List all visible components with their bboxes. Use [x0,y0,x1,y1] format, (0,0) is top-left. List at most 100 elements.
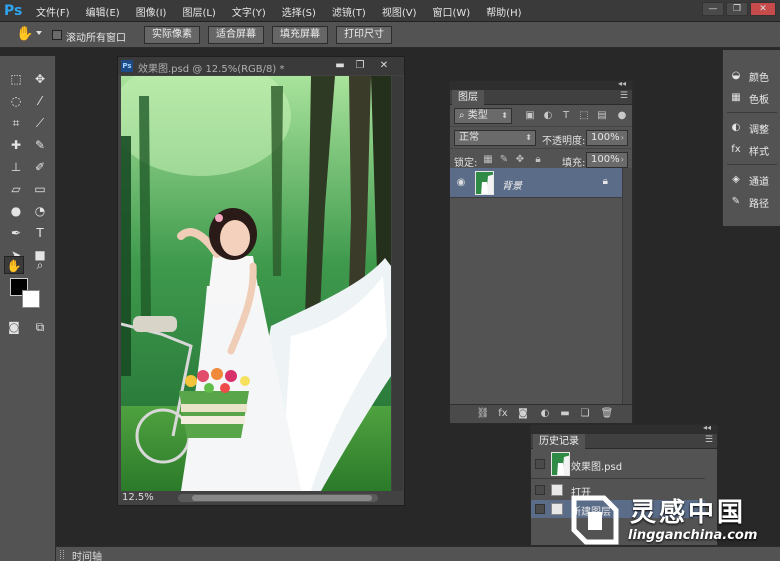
clone-stamp-tool-icon[interactable]: ⊥ [6,158,26,176]
fx-icon[interactable]: fx [496,407,510,421]
marquee-tool-icon[interactable]: ⬚ [6,70,26,88]
new-layer-icon[interactable]: ❏ [578,407,592,421]
actual-pixels-button[interactable]: 实际像素 [144,26,200,44]
fit-screen-button[interactable]: 适合屏幕 [208,26,264,44]
layers-scrollbar[interactable] [622,168,632,405]
hand-icon[interactable]: ✋ [16,26,33,42]
layer-row-background[interactable]: ◉ 背景 🔒︎ [450,168,622,198]
close-button[interactable]: ✕ [750,2,776,16]
print-size-button[interactable]: 打印尺寸 [336,26,392,44]
layer-name[interactable]: 背景 [502,177,522,192]
menu-file[interactable]: 文件(F) [36,4,70,19]
lock-all-icon[interactable]: 🔒︎ [532,154,544,166]
brush-tool-icon[interactable]: ✎ [30,136,50,154]
collapse-arrows-icon[interactable]: ◂◂ [703,423,711,432]
shape-filter-icon[interactable]: ⬚ [578,110,590,122]
eraser-tool-icon[interactable]: ▱ [6,180,26,198]
menu-layer[interactable]: 图层(L) [182,4,215,19]
zoom-tool-icon[interactable]: ⌕ [30,256,50,274]
vertical-scrollbar[interactable] [392,76,403,491]
pen-tool-icon[interactable]: ✒ [6,224,26,242]
layers-dock-strip[interactable]: ◂◂ [450,79,632,90]
dock-label-styles: 样式 [749,146,769,158]
move-tool-icon[interactable]: ✥ [30,70,50,88]
scroll-all-windows-checkbox[interactable] [52,30,62,40]
doc-restore-button[interactable]: ❐ [352,59,368,72]
doc-close-button[interactable]: ✕ [376,59,392,72]
history-source-checkbox[interactable] [535,504,545,514]
lock-pixels-icon[interactable]: ✎ [498,154,510,166]
history-brush-tool-icon[interactable]: ✐ [30,158,50,176]
fill-input[interactable]: 100% › [586,152,628,168]
quick-mask-icon[interactable]: ◙ [4,318,24,336]
restore-button[interactable]: ❐ [726,2,748,16]
smart-object-filter-icon[interactable]: ▤ [596,110,608,122]
pixel-filter-icon[interactable]: ▣ [524,110,536,122]
horizontal-scrollbar[interactable] [178,494,378,502]
dock-item-paths[interactable]: ✎ 路径 [729,194,769,210]
document-title-bar[interactable]: Ps 效果图.psd @ 12.5%(RGB/8) * ▬ ❐ ✕ [118,57,404,75]
fill-screen-button[interactable]: 填充屏幕 [272,26,328,44]
layers-panel: ◂◂ 图层 ☰ ⌕ 类型 ⬍ ▣ ◐ T ⬚ ▤ ● 正常 ⬍ 不透明度: 100%… [449,79,633,424]
dock-item-styles[interactable]: fx 样式 [729,142,769,158]
adjustment-filter-icon[interactable]: ◐ [542,110,554,122]
zoom-level[interactable]: 12.5% [122,492,154,503]
menu-edit[interactable]: 编辑(E) [86,4,120,19]
crop-tool-icon[interactable]: ⌗ [6,114,26,132]
screen-mode-icon[interactable]: ⧉ [30,318,50,336]
menu-image[interactable]: 图像(I) [136,4,167,19]
layer-filter-select[interactable]: ⌕ 类型 ⬍ [454,108,512,124]
lock-position-icon[interactable]: ✥ [514,154,526,166]
tab-history[interactable]: 历史记录 [533,434,585,449]
add-mask-icon[interactable]: ◙ [516,407,530,421]
menu-filter[interactable]: 滤镜(T) [332,4,366,19]
dock-item-color[interactable]: ◒ 颜色 [729,68,769,84]
menu-type[interactable]: 文字(Y) [232,4,266,19]
snapshot-brush-source-icon[interactable] [535,459,545,469]
type-tool-icon[interactable]: T [30,224,50,242]
watermark-title: 灵感中国 [630,498,747,528]
type-filter-icon[interactable]: T [560,110,572,122]
gradient-tool-icon[interactable]: ▭ [30,180,50,198]
snapshot-thumbnail-image [552,453,569,475]
menu-window[interactable]: 窗口(W) [432,4,470,19]
dock-item-swatches[interactable]: ▦ 色板 [729,90,769,106]
background-color-swatch[interactable] [22,290,40,308]
new-adjustment-layer-icon[interactable]: ◐ [538,407,552,421]
visibility-eye-icon[interactable]: ◉ [455,177,467,189]
dock-item-channels[interactable]: ◈ 通道 [729,172,769,188]
tab-layers[interactable]: 图层 [452,90,484,105]
dock-item-adjustments[interactable]: ◐ 调整 [729,120,769,136]
blend-mode-select[interactable]: 正常 ⬍ [454,130,536,146]
new-group-icon[interactable]: ▬ [558,407,572,421]
healing-brush-tool-icon[interactable]: ✚ [6,136,26,154]
doc-minimize-button[interactable]: ▬ [332,59,348,72]
history-dock-strip[interactable]: ◂◂ [531,423,717,434]
lock-transparent-icon[interactable]: ▦ [482,154,494,166]
scroll-all-windows-label: 滚动所有窗口 [66,33,126,44]
dodge-tool-icon[interactable]: ◔ [30,202,50,220]
quick-select-tool-icon[interactable]: ⁄ [30,92,50,110]
hand-tool-icon[interactable]: ✋ [4,256,24,274]
tool-preset-caret-icon[interactable] [36,31,42,35]
history-snapshot[interactable]: 效果图.psd [531,449,705,479]
menu-help[interactable]: 帮助(H) [486,4,521,19]
history-source-checkbox[interactable] [535,485,545,495]
menu-view[interactable]: 视图(V) [382,4,417,19]
minimize-button[interactable]: — [702,2,724,16]
menu-select[interactable]: 选择(S) [282,4,316,19]
panel-menu-icon[interactable]: ☰ [705,435,713,445]
eyedropper-tool-icon[interactable]: ⟋ [30,114,50,132]
opacity-input[interactable]: 100% › [586,130,628,146]
grip-icon[interactable] [60,550,64,559]
delete-layer-icon[interactable]: 🗑︎ [600,407,614,421]
panel-menu-icon[interactable]: ☰ [620,91,628,101]
horizontal-scroll-thumb[interactable] [192,495,372,501]
lasso-tool-icon[interactable]: ◌ [6,92,26,110]
filter-toggle-icon[interactable]: ● [616,110,628,122]
blur-tool-icon[interactable]: ● [6,202,26,220]
layer-thumbnail [475,171,494,195]
image-canvas[interactable] [121,76,391,491]
link-layers-icon[interactable]: ⛓ [476,407,490,421]
collapse-arrows-icon[interactable]: ◂◂ [618,79,626,88]
